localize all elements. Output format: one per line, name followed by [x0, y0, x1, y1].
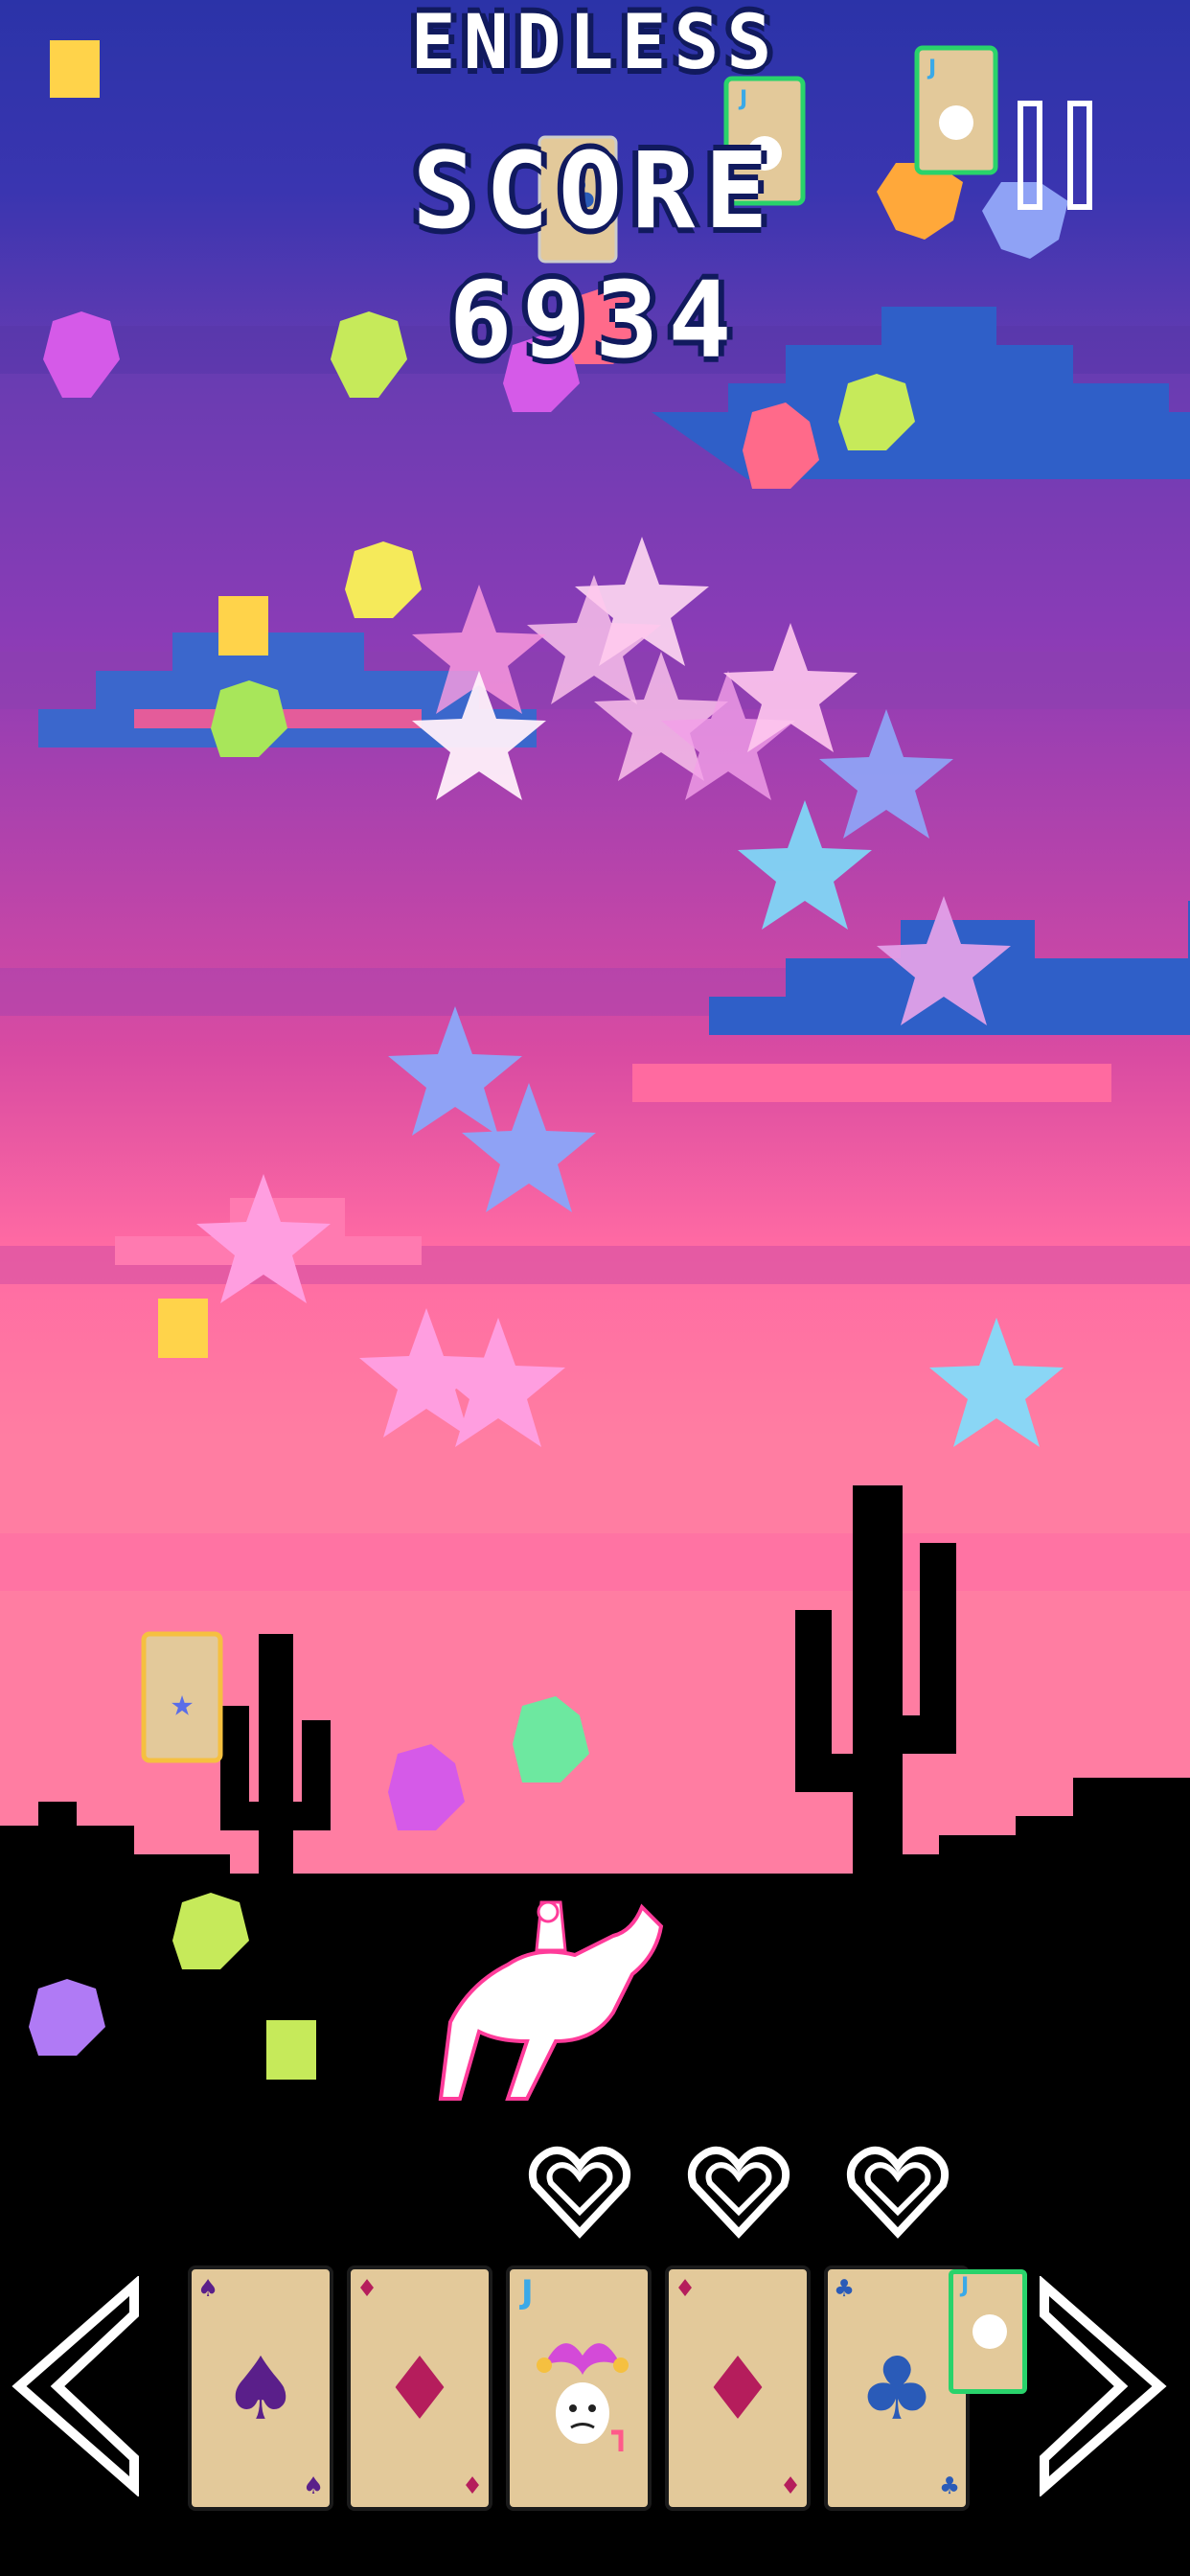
pause-button[interactable] — [1018, 101, 1100, 214]
heart-icon — [846, 2146, 950, 2239]
hand-card-diamond[interactable]: ♦ ♦ ♦ — [347, 2266, 492, 2511]
card-corner-pip: ♠ — [199, 2272, 217, 2306]
pause-icon-bar-2 — [1067, 101, 1092, 210]
floating-star-card: ★ — [141, 1631, 223, 1763]
hand-card-spade[interactable]: ♠ ♠ ♠ — [188, 2266, 333, 2511]
heart-icon — [687, 2146, 790, 2239]
svg-text:★: ★ — [171, 1681, 194, 1725]
jester-icon — [537, 2343, 629, 2451]
diamond-icon: ♦ — [705, 2328, 770, 2450]
game-mode-title: ENDLESS — [410, 0, 780, 86]
joker-letter: J — [961, 2274, 970, 2298]
hand-card-diamond[interactable]: ♦ ♦ ♦ — [665, 2266, 811, 2511]
card-corner-pip: ♦ — [358, 2272, 377, 2306]
pause-icon — [1018, 101, 1042, 210]
jester-face-icon — [973, 2314, 1007, 2349]
card-corner-pip: ♣ — [940, 2470, 958, 2503]
card-corner-pip: ♦ — [781, 2470, 799, 2503]
incoming-joker-card: J — [949, 2269, 1027, 2394]
card-corner-pip: ♦ — [676, 2272, 695, 2306]
score-value: 6934 — [448, 259, 742, 381]
svg-text:J: J — [738, 87, 747, 111]
hand-card-joker[interactable]: J — [506, 2266, 652, 2511]
score-label: SCORE — [412, 129, 778, 252]
card-corner-pip: ♠ — [304, 2470, 322, 2503]
chevron-left-icon[interactable] — [0, 2276, 144, 2496]
spade-icon: ♠ — [228, 2328, 293, 2450]
card-corner-pip: ♦ — [463, 2470, 481, 2503]
heart-icon — [528, 2146, 631, 2239]
card-corner-pip: ♣ — [835, 2272, 854, 2306]
club-icon: ♣ — [864, 2328, 929, 2450]
chevron-right-icon[interactable] — [1035, 2276, 1179, 2496]
diamond-icon: ♦ — [387, 2328, 452, 2450]
joker-letter: J — [521, 2273, 534, 2312]
